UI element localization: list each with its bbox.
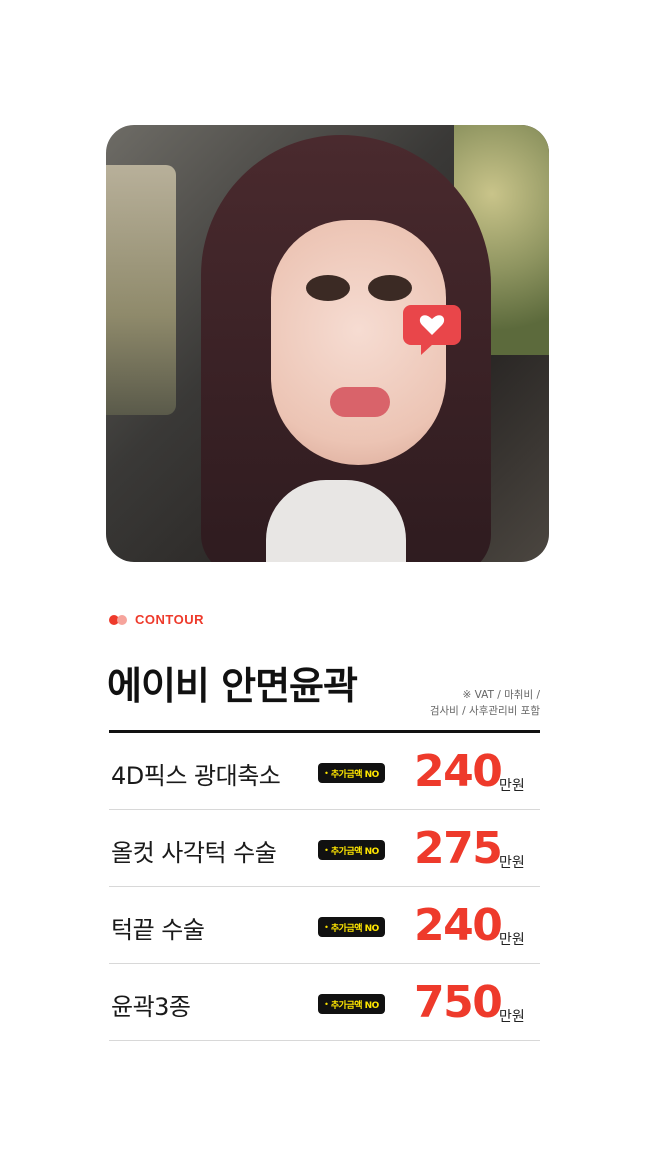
badge-label: 추가금액 NO	[330, 1000, 379, 1011]
item-price: 750	[414, 977, 503, 1028]
item-price: 240	[414, 900, 503, 951]
no-extra-cost-badge: • 추가금액 NO	[318, 917, 385, 937]
heart-icon	[419, 315, 445, 335]
price-row: 윤곽3종 • 추가금액 NO 750 만원	[109, 964, 540, 1041]
item-name: 4D픽스 광대축소	[111, 762, 281, 790]
no-extra-cost-badge: • 추가금액 NO	[318, 840, 385, 860]
price-row: 턱끝 수술 • 추가금액 NO 240 만원	[109, 887, 540, 964]
item-name: 올컷 사각턱 수술	[111, 839, 277, 867]
price-row: 4D픽스 광대축소 • 추가금액 NO 240 만원	[109, 733, 540, 810]
price-note: ※ VAT / 마취비 / 검사비 / 사후관리비 포함	[430, 687, 540, 719]
price-unit: 만원	[499, 778, 525, 794]
category-tag: CONTOUR	[109, 612, 204, 627]
price-list: 4D픽스 광대축소 • 추가금액 NO 240 만원 올컷 사각턱 수술 • 추…	[109, 733, 540, 1041]
price-unit: 만원	[499, 855, 525, 871]
accent-dot-light	[117, 614, 127, 625]
badge-label: 추가금액 NO	[330, 769, 379, 780]
badge-bullet: •	[324, 845, 329, 855]
model-photo	[106, 125, 549, 562]
no-extra-cost-badge: • 추가금액 NO	[318, 763, 385, 783]
category-label: CONTOUR	[135, 612, 204, 627]
lips	[330, 387, 390, 417]
badge-label: 추가금액 NO	[330, 846, 379, 857]
badge-bullet: •	[324, 999, 329, 1009]
badge-label: 추가금액 NO	[330, 923, 379, 934]
price-note-line-2: 검사비 / 사후관리비 포함	[429, 705, 540, 717]
car-window	[106, 165, 176, 415]
item-price: 240	[414, 746, 503, 797]
like-badge	[403, 305, 461, 355]
right-eye	[368, 275, 412, 301]
page-title: 에이비 안면윤곽	[107, 664, 358, 708]
price-note-line-1: ※ VAT / 마취비 /	[462, 689, 541, 701]
price-row: 올컷 사각턱 수술 • 추가금액 NO 275 만원	[109, 810, 540, 887]
badge-bullet: •	[324, 922, 329, 932]
item-name: 윤곽3종	[111, 993, 191, 1021]
price-unit: 만원	[499, 932, 525, 948]
no-extra-cost-badge: • 추가금액 NO	[318, 994, 385, 1014]
item-price: 275	[414, 823, 503, 874]
badge-bullet: •	[324, 768, 329, 778]
left-eye	[306, 275, 350, 301]
item-name: 턱끝 수술	[111, 916, 205, 944]
price-unit: 만원	[499, 1009, 525, 1025]
